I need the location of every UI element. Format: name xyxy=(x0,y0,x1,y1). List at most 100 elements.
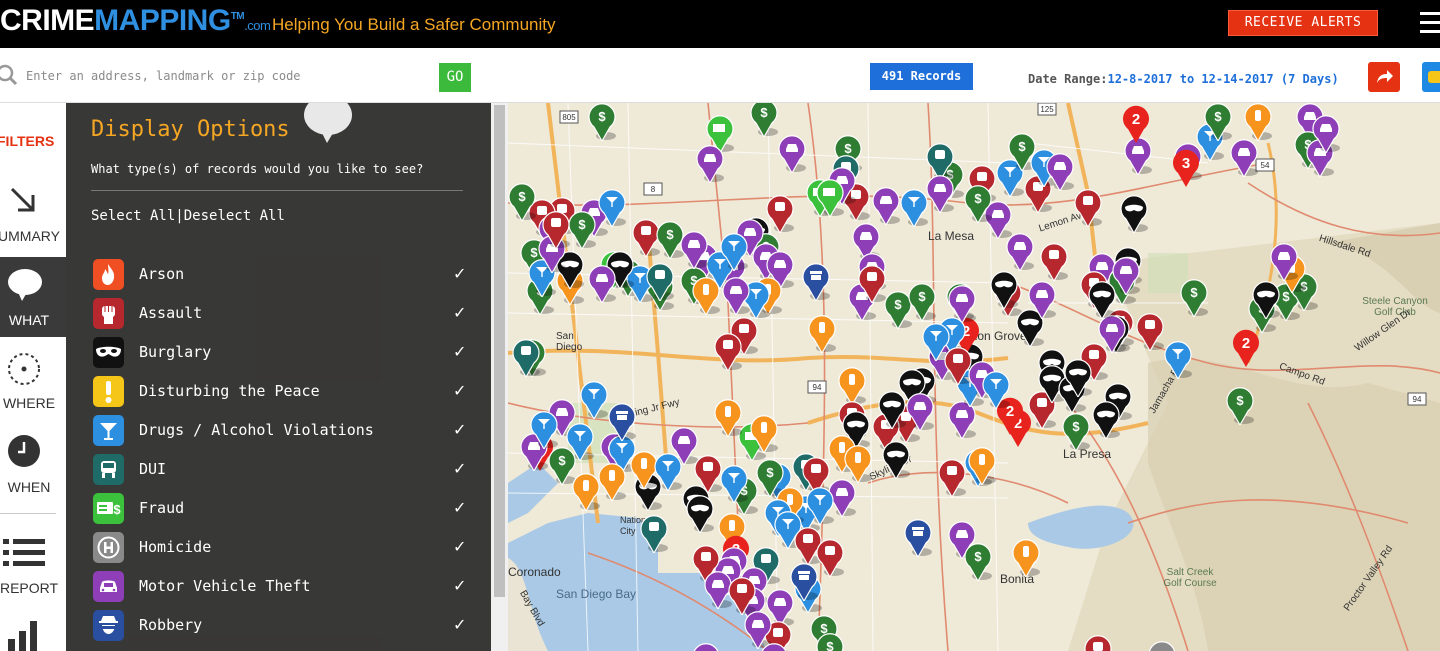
drugs-marker-icon[interactable] xyxy=(720,465,748,505)
nav-report[interactable]: REPORT xyxy=(0,528,66,608)
robbery-marker-icon[interactable] xyxy=(802,263,830,303)
assault-marker-icon[interactable] xyxy=(542,211,570,251)
assault-marker-icon[interactable] xyxy=(766,195,794,235)
homicide-marker-icon[interactable]: H xyxy=(1148,641,1176,651)
dui-marker-icon[interactable] xyxy=(640,515,668,555)
check-icon[interactable]: ✓ xyxy=(453,342,466,362)
money-marker-icon[interactable]: $ xyxy=(588,103,616,143)
type-row-drugs-alcohol[interactable]: Drugs / Alcohol Violations ✓ xyxy=(93,415,466,447)
vehicle-marker-icon[interactable] xyxy=(1312,115,1340,155)
robbery-marker-icon[interactable] xyxy=(904,519,932,559)
burglary-marker-icon[interactable] xyxy=(1092,401,1120,441)
vehicle-marker-icon[interactable] xyxy=(1270,243,1298,283)
address-search-input[interactable] xyxy=(26,65,426,87)
check-icon[interactable]: ✓ xyxy=(453,264,466,284)
arson-marker-icon[interactable] xyxy=(750,415,778,455)
burglary-marker-icon[interactable] xyxy=(1252,281,1280,321)
type-row-arson[interactable]: Arson ✓ xyxy=(93,259,466,291)
money-marker-icon[interactable]: $ xyxy=(750,103,778,139)
vehicle-marker-icon[interactable] xyxy=(760,643,788,651)
type-row-robbery[interactable]: Robbery ✓ xyxy=(93,610,466,642)
arson-marker-icon[interactable] xyxy=(1012,539,1040,579)
vehicle-marker-icon[interactable] xyxy=(1046,153,1074,193)
vehicle-marker-icon[interactable] xyxy=(778,135,806,175)
type-row-motor-vehicle-theft[interactable]: Motor Vehicle Theft ✓ xyxy=(93,571,466,603)
type-row-dui[interactable]: DUI ✓ xyxy=(93,454,466,486)
check-icon[interactable]: ✓ xyxy=(453,303,466,323)
burglary-marker-icon[interactable] xyxy=(882,441,910,481)
arson-marker-icon[interactable] xyxy=(598,463,626,503)
vehicle-marker-icon[interactable] xyxy=(696,145,724,185)
vehicle-marker-icon[interactable] xyxy=(1230,139,1258,179)
money-marker-icon[interactable]: $ xyxy=(964,185,992,225)
assault-marker-icon[interactable] xyxy=(728,577,756,617)
check-icon[interactable]: ✓ xyxy=(453,576,466,596)
date-range[interactable]: Date Range:12-8-2017 to 12-14-2017 (7 Da… xyxy=(1028,72,1339,86)
vehicle-marker-icon[interactable] xyxy=(872,187,900,227)
select-all-link[interactable]: Select All xyxy=(91,208,175,224)
assault-marker-icon[interactable] xyxy=(1136,313,1164,353)
cluster-count-marker[interactable]: 2 xyxy=(1122,105,1150,143)
arson-marker-icon[interactable] xyxy=(572,473,600,513)
vehicle-marker-icon[interactable] xyxy=(692,643,720,651)
money-marker-icon[interactable]: $ xyxy=(1204,103,1232,143)
vehicle-marker-icon[interactable] xyxy=(1098,315,1126,355)
assault-marker-icon[interactable] xyxy=(938,459,966,499)
money-marker-icon[interactable]: $ xyxy=(908,283,936,323)
vehicle-marker-icon[interactable] xyxy=(1112,257,1140,297)
burglary-marker-icon[interactable] xyxy=(686,495,714,535)
share-button[interactable] xyxy=(1368,62,1400,92)
badge-button[interactable] xyxy=(1422,62,1440,92)
type-row-homicide[interactable]: Homicide ✓ xyxy=(93,532,466,564)
arson-marker-icon[interactable] xyxy=(714,399,742,439)
money-marker-icon[interactable]: $ xyxy=(568,211,596,251)
arson-marker-icon[interactable] xyxy=(808,315,836,355)
cluster-count-marker[interactable]: 2 xyxy=(1232,329,1260,367)
drugs-marker-icon[interactable] xyxy=(982,371,1010,411)
assault-marker-icon[interactable] xyxy=(714,333,742,373)
drugs-marker-icon[interactable] xyxy=(1164,341,1192,381)
burglary-marker-icon[interactable] xyxy=(1120,195,1148,235)
bar-chart-icon[interactable] xyxy=(4,619,44,651)
check-icon[interactable]: ✓ xyxy=(453,459,466,479)
fraud-marker-icon[interactable] xyxy=(816,179,844,219)
vehicle-marker-icon[interactable] xyxy=(1006,233,1034,273)
type-row-fraud[interactable]: $ Fraud ✓ xyxy=(93,493,466,525)
burglary-marker-icon[interactable] xyxy=(1064,359,1092,399)
check-icon[interactable]: ✓ xyxy=(453,498,466,518)
burglary-marker-icon[interactable] xyxy=(1088,281,1116,321)
arson-marker-icon[interactable] xyxy=(838,367,866,407)
arson-marker-icon[interactable] xyxy=(844,445,872,485)
vehicle-marker-icon[interactable] xyxy=(680,231,708,271)
vehicle-marker-icon[interactable] xyxy=(926,175,954,215)
money-marker-icon[interactable]: $ xyxy=(964,543,992,583)
assault-marker-icon[interactable] xyxy=(816,539,844,579)
go-button[interactable]: GO xyxy=(439,63,471,92)
drugs-marker-icon[interactable] xyxy=(598,189,626,229)
vehicle-marker-icon[interactable] xyxy=(722,277,750,317)
drugs-marker-icon[interactable] xyxy=(654,453,682,493)
burglary-marker-icon[interactable] xyxy=(990,271,1018,311)
type-row-assault[interactable]: Assault ✓ xyxy=(93,298,466,330)
type-row-burglary[interactable]: Burglary ✓ xyxy=(93,337,466,369)
dui-marker-icon[interactable] xyxy=(512,339,540,379)
drugs-marker-icon[interactable] xyxy=(720,233,748,273)
hamburger-menu-icon[interactable] xyxy=(1420,12,1440,34)
type-row-disturbing-the-peace[interactable]: Disturbing the Peace ✓ xyxy=(93,376,466,408)
money-marker-icon[interactable]: $ xyxy=(1062,413,1090,453)
assault-marker-icon[interactable] xyxy=(1084,635,1112,651)
deselect-all-link[interactable]: Deselect All xyxy=(184,208,285,224)
money-marker-icon[interactable]: $ xyxy=(816,633,844,651)
nav-summary[interactable]: UMMARY xyxy=(0,173,66,253)
drugs-marker-icon[interactable] xyxy=(580,381,608,421)
nav-where[interactable]: WHERE xyxy=(0,343,66,423)
drugs-marker-icon[interactable] xyxy=(806,487,834,527)
nav-what[interactable]: WHAT xyxy=(0,257,66,337)
arson-marker-icon[interactable] xyxy=(1244,103,1272,143)
crimemapping-logo[interactable]: CRIMEMAPPINGTM.com xyxy=(0,4,271,38)
assault-marker-icon[interactable] xyxy=(1074,189,1102,229)
crime-map[interactable]: 125 805 8 94 94 54 La Mesa Lemon Grove L… xyxy=(508,103,1440,651)
assault-marker-icon[interactable] xyxy=(858,265,886,305)
filters-heading[interactable]: FILTERS xyxy=(0,133,54,149)
vehicle-marker-icon[interactable] xyxy=(588,265,616,305)
